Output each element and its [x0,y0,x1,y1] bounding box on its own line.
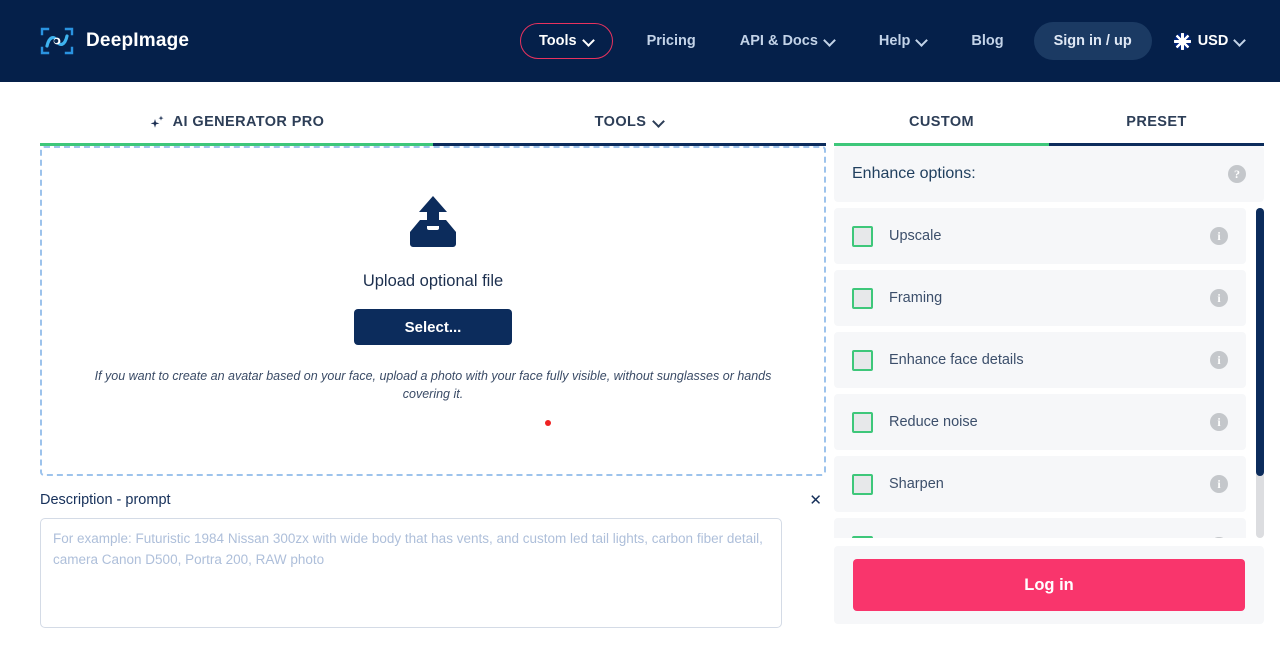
left-tab-bar: AI GENERATOR PRO TOOLS [40,114,826,146]
option-label-enhance-face-details: Enhance face details [889,352,1024,368]
option-label-upscale: Upscale [889,228,942,244]
info-icon[interactable]: i [1210,289,1228,307]
sign-in-up-label: Sign in / up [1053,33,1132,49]
deepimage-eye-logo-icon [40,26,74,56]
upload-tray-icon [402,194,464,250]
chevron-down-icon [1235,36,1245,46]
question-mark-icon[interactable]: ? [1228,165,1246,183]
select-file-button[interactable]: Select... [354,309,512,345]
right-column: Enhance options: ? Upscale i Framing i E… [834,146,1264,666]
chevron-down-icon [825,36,835,46]
brand-name: DeepImage [86,30,190,51]
close-icon[interactable]: ✕ [805,491,826,510]
currency-label: USD [1197,33,1229,49]
dropzone-title: Upload optional file [362,272,504,290]
option-row-framing[interactable]: Framing i [834,270,1246,326]
brand-logo-link[interactable]: DeepImage [40,26,189,56]
tab-ai-generator-pro[interactable]: AI GENERATOR PRO [40,114,433,146]
enhance-options-list: Upscale i Framing i Enhance face details… [834,208,1264,538]
tab-ai-generator-pro-label: AI GENERATOR PRO [172,114,325,130]
tab-preset[interactable]: PRESET [1049,114,1264,146]
checkbox-upscale[interactable] [852,225,873,247]
info-icon[interactable]: i [1210,475,1228,493]
nav-item-blog-label: Blog [971,33,1004,49]
option-row-reduce-noise[interactable]: Reduce noise i [834,394,1246,450]
chevron-down-icon [917,36,927,46]
login-button-container: Log in [834,546,1264,624]
nav-item-tools[interactable]: Tools [520,23,613,59]
tab-tools-label: TOOLS [594,114,647,130]
nav-item-help[interactable]: Help [857,0,949,82]
file-dropzone[interactable]: Upload optional file Select... If you wa… [40,146,826,476]
description-header: Description - prompt ✕ [40,490,826,510]
option-row-upscale[interactable]: Upscale i [834,208,1246,264]
nav-item-pricing[interactable]: Pricing [625,0,718,82]
tab-tools[interactable]: TOOLS [433,114,826,146]
right-tab-bar: CUSTOM PRESET [834,114,1264,146]
checkbox-framing[interactable] [852,287,873,309]
tab-preset-label: PRESET [1126,114,1187,130]
option-label-sharpen: Sharpen [889,476,944,492]
log-in-button[interactable]: Log in [853,559,1245,611]
nav-links: Tools Pricing API & Docs Help Blog Sign … [520,0,1259,82]
option-row-sharpen[interactable]: Sharpen i [834,456,1246,512]
nav-item-pricing-label: Pricing [646,33,696,49]
tab-custom[interactable]: CUSTOM [834,114,1049,146]
nav-item-tools-label: Tools [539,33,577,49]
nav-item-blog[interactable]: Blog [949,0,1025,82]
top-navigation-bar: DeepImage Tools Pricing API & Docs Help … [0,0,1280,82]
dropzone-hint: If you want to create an avatar based on… [94,369,772,402]
sparkles-icon [149,114,165,130]
enhance-options-header: Enhance options: ? [834,146,1264,202]
chevron-down-icon [584,36,594,46]
nav-item-api-docs[interactable]: API & Docs [718,0,857,82]
info-icon[interactable]: i [1210,351,1228,369]
currency-selector[interactable]: USD [1160,0,1260,82]
option-row-partial[interactable]: i [834,518,1246,538]
chevron-down-icon [654,117,664,127]
checkbox-enhance-face-details[interactable] [852,349,873,371]
info-icon[interactable]: i [1210,227,1228,245]
description-label: Description - prompt [40,492,171,508]
nav-item-api-docs-label: API & Docs [739,33,818,49]
option-row-enhance-face-details[interactable]: Enhance face details i [834,332,1246,388]
nav-item-help-label: Help [878,33,911,49]
options-scrollbar-thumb[interactable] [1256,208,1264,476]
checkbox-sharpen[interactable] [852,473,873,495]
uk-flag-icon [1173,32,1191,50]
option-label-framing: Framing [889,290,943,306]
option-label-reduce-noise: Reduce noise [889,414,978,430]
info-icon[interactable]: i [1210,537,1228,538]
options-scrollbar-track[interactable] [1256,208,1264,538]
red-dot-indicator [545,420,551,426]
enhance-options-title: Enhance options: [852,165,976,182]
sign-in-up-button[interactable]: Sign in / up [1033,22,1152,60]
main-content: Upload optional file Select... If you wa… [0,146,1280,666]
tab-custom-label: CUSTOM [909,114,974,130]
left-column: Upload optional file Select... If you wa… [40,146,826,666]
info-icon[interactable]: i [1210,413,1228,431]
checkbox-reduce-noise[interactable] [852,411,873,433]
checkbox-partial[interactable] [852,535,873,538]
description-prompt-input[interactable] [40,518,782,628]
tab-bars: AI GENERATOR PRO TOOLS CUSTOM PRESET [0,82,1280,146]
